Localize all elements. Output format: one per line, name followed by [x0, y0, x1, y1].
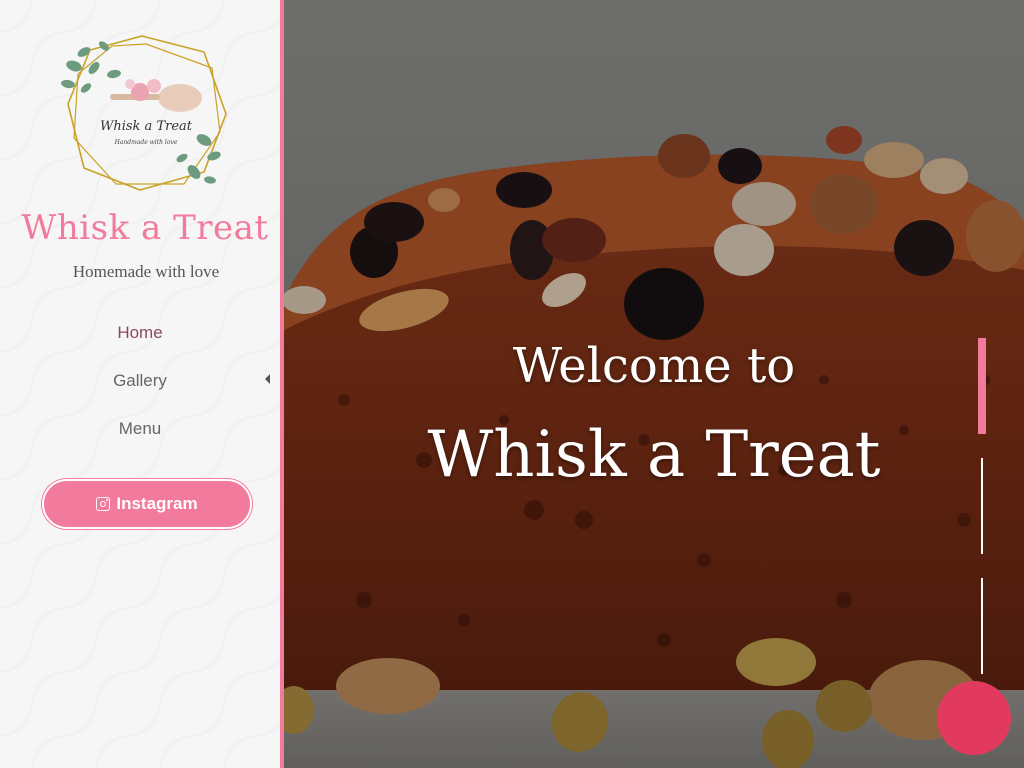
hero-slider: Welcome to Whisk a Treat — [284, 0, 1024, 768]
instagram-button[interactable]: Instagram — [42, 479, 252, 529]
site-tagline: Homemade with love — [72, 262, 220, 281]
nav-item-home[interactable]: Home — [0, 318, 280, 366]
caret-left-icon[interactable] — [265, 374, 270, 384]
nav-item-label: Menu — [118, 419, 162, 438]
instagram-icon — [96, 497, 111, 511]
main-nav: Home Gallery Menu — [0, 318, 280, 462]
sidebar: Whisk a Treat Handmade with love Whisk a… — [0, 0, 284, 768]
slider-dot-1[interactable] — [978, 338, 986, 434]
slider-dot-3[interactable] — [981, 578, 983, 674]
nav-item-menu[interactable]: Menu — [0, 414, 280, 462]
logo-text: Whisk a Treat — [100, 119, 193, 134]
logo-subtext: Handmade with love — [114, 139, 178, 146]
hero-brand-text: Whisk a Treat — [427, 418, 881, 492]
instagram-button-label: Instagram — [116, 494, 198, 513]
hero-welcome-text: Welcome to — [512, 338, 796, 394]
nav-item-label: Home — [117, 323, 163, 342]
nav-item-gallery[interactable]: Gallery — [0, 366, 280, 414]
slider-dot-2[interactable] — [981, 458, 983, 554]
site-logo[interactable]: Whisk a Treat Handmade with love — [54, 22, 230, 200]
nav-item-label: Gallery — [113, 371, 167, 390]
chat-bubble-button[interactable] — [937, 681, 1011, 755]
site-title[interactable]: Whisk a Treat — [0, 208, 290, 248]
